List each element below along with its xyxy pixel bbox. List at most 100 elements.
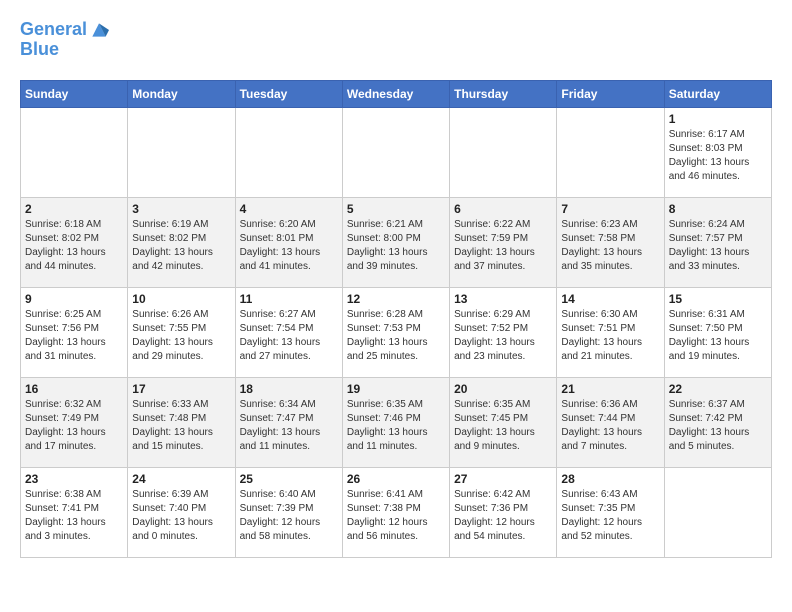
day-number: 13 (454, 292, 552, 306)
calendar-cell: 28 Sunrise: 6:43 AM Sunset: 7:35 PM Dayli… (557, 467, 664, 557)
calendar-cell: 21 Sunrise: 6:36 AM Sunset: 7:44 PM Dayli… (557, 377, 664, 467)
calendar-cell: 19 Sunrise: 6:35 AM Sunset: 7:46 PM Dayli… (342, 377, 449, 467)
day-number: 9 (25, 292, 123, 306)
day-number: 28 (561, 472, 659, 486)
day-number: 19 (347, 382, 445, 396)
calendar-cell: 27 Sunrise: 6:42 AM Sunset: 7:36 PM Dayli… (450, 467, 557, 557)
calendar-cell (450, 107, 557, 197)
calendar-cell: 8Sunrise: 6:24 AM Sunset: 7:57 PM Daylig… (664, 197, 771, 287)
calendar-cell: 15Sunrise: 6:31 AM Sunset: 7:50 PM Dayli… (664, 287, 771, 377)
day-info: Sunrise: 6:30 AM Sunset: 7:51 PM Dayligh… (561, 308, 659, 364)
calendar-cell: 3 Sunrise: 6:19 AM Sunset: 8:02 PM Daylig… (128, 197, 235, 287)
day-header-saturday: Saturday (664, 80, 771, 107)
day-info: Sunrise: 6:28 AM Sunset: 7:53 PM Dayligh… (347, 308, 445, 364)
calendar-cell: 12 Sunrise: 6:28 AM Sunset: 7:53 PM Dayli… (342, 287, 449, 377)
day-info: Sunrise: 6:39 AM Sunset: 7:40 PM Dayligh… (132, 488, 230, 544)
day-info: Sunrise: 6:41 AM Sunset: 7:38 PM Dayligh… (347, 488, 445, 544)
day-info: Sunrise: 6:34 AM Sunset: 7:47 PM Dayligh… (240, 398, 338, 454)
day-info: Sunrise: 6:27 AM Sunset: 7:54 PM Dayligh… (240, 308, 338, 364)
day-info: Sunrise: 6:32 AM Sunset: 7:49 PM Dayligh… (25, 398, 123, 454)
calendar-cell (342, 107, 449, 197)
day-number: 18 (240, 382, 338, 396)
day-number: 1 (669, 112, 767, 126)
calendar-cell: 11 Sunrise: 6:27 AM Sunset: 7:54 PM Dayli… (235, 287, 342, 377)
calendar-cell: 24 Sunrise: 6:39 AM Sunset: 7:40 PM Dayli… (128, 467, 235, 557)
day-number: 26 (347, 472, 445, 486)
calendar-cell: 4 Sunrise: 6:20 AM Sunset: 8:01 PM Daylig… (235, 197, 342, 287)
calendar-cell (235, 107, 342, 197)
day-number: 20 (454, 382, 552, 396)
day-info: Sunrise: 6:35 AM Sunset: 7:46 PM Dayligh… (347, 398, 445, 454)
calendar-cell: 14 Sunrise: 6:30 AM Sunset: 7:51 PM Dayli… (557, 287, 664, 377)
day-number: 5 (347, 202, 445, 216)
day-header-wednesday: Wednesday (342, 80, 449, 107)
day-info: Sunrise: 6:33 AM Sunset: 7:48 PM Dayligh… (132, 398, 230, 454)
day-header-sunday: Sunday (21, 80, 128, 107)
calendar-cell: 22 Sunrise: 6:37 AM Sunset: 7:42 PM Dayli… (664, 377, 771, 467)
day-header-tuesday: Tuesday (235, 80, 342, 107)
day-info: Sunrise: 6:40 AM Sunset: 7:39 PM Dayligh… (240, 488, 338, 544)
day-number: 7 (561, 202, 659, 216)
calendar-cell: 18 Sunrise: 6:34 AM Sunset: 7:47 PM Dayli… (235, 377, 342, 467)
day-number: 2 (25, 202, 123, 216)
day-number: 22 (669, 382, 767, 396)
day-header-thursday: Thursday (450, 80, 557, 107)
day-number: 27 (454, 472, 552, 486)
calendar-cell (557, 107, 664, 197)
logo-icon (89, 20, 109, 40)
day-info: Sunrise: 6:31 AM Sunset: 7:50 PM Dayligh… (669, 308, 767, 364)
day-number: 25 (240, 472, 338, 486)
day-number: 14 (561, 292, 659, 306)
day-number: 11 (240, 292, 338, 306)
day-number: 16 (25, 382, 123, 396)
calendar-cell: 2 Sunrise: 6:18 AM Sunset: 8:02 PM Daylig… (21, 197, 128, 287)
logo-blue-text: Blue (20, 40, 109, 60)
day-number: 23 (25, 472, 123, 486)
day-info: Sunrise: 6:25 AM Sunset: 7:56 PM Dayligh… (25, 308, 123, 364)
logo: General Blue (20, 20, 109, 60)
calendar-cell (21, 107, 128, 197)
logo-text: General (20, 20, 87, 40)
calendar-cell: 17 Sunrise: 6:33 AM Sunset: 7:48 PM Dayli… (128, 377, 235, 467)
day-info: Sunrise: 6:37 AM Sunset: 7:42 PM Dayligh… (669, 398, 767, 454)
day-number: 3 (132, 202, 230, 216)
calendar-cell: 10 Sunrise: 6:26 AM Sunset: 7:55 PM Dayli… (128, 287, 235, 377)
day-info: Sunrise: 6:26 AM Sunset: 7:55 PM Dayligh… (132, 308, 230, 364)
day-info: Sunrise: 6:29 AM Sunset: 7:52 PM Dayligh… (454, 308, 552, 364)
calendar-cell: 7 Sunrise: 6:23 AM Sunset: 7:58 PM Daylig… (557, 197, 664, 287)
day-info: Sunrise: 6:42 AM Sunset: 7:36 PM Dayligh… (454, 488, 552, 544)
day-number: 21 (561, 382, 659, 396)
calendar-cell: 20Sunrise: 6:35 AM Sunset: 7:45 PM Dayli… (450, 377, 557, 467)
calendar-cell: 9 Sunrise: 6:25 AM Sunset: 7:56 PM Daylig… (21, 287, 128, 377)
day-number: 24 (132, 472, 230, 486)
day-info: Sunrise: 6:43 AM Sunset: 7:35 PM Dayligh… (561, 488, 659, 544)
day-header-friday: Friday (557, 80, 664, 107)
day-info: Sunrise: 6:23 AM Sunset: 7:58 PM Dayligh… (561, 218, 659, 274)
day-number: 10 (132, 292, 230, 306)
calendar-cell: 13 Sunrise: 6:29 AM Sunset: 7:52 PM Dayli… (450, 287, 557, 377)
calendar-table: SundayMondayTuesdayWednesdayThursdayFrid… (20, 80, 772, 558)
day-info: Sunrise: 6:24 AM Sunset: 7:57 PM Dayligh… (669, 218, 767, 274)
day-info: Sunrise: 6:36 AM Sunset: 7:44 PM Dayligh… (561, 398, 659, 454)
calendar-cell: 23 Sunrise: 6:38 AM Sunset: 7:41 PM Dayli… (21, 467, 128, 557)
calendar-cell: 25 Sunrise: 6:40 AM Sunset: 7:39 PM Dayli… (235, 467, 342, 557)
calendar-cell (664, 467, 771, 557)
day-info: Sunrise: 6:22 AM Sunset: 7:59 PM Dayligh… (454, 218, 552, 274)
calendar-cell: 26 Sunrise: 6:41 AM Sunset: 7:38 PM Dayli… (342, 467, 449, 557)
day-number: 4 (240, 202, 338, 216)
calendar-cell: 6 Sunrise: 6:22 AM Sunset: 7:59 PM Daylig… (450, 197, 557, 287)
calendar-cell: 16 Sunrise: 6:32 AM Sunset: 7:49 PM Dayli… (21, 377, 128, 467)
day-number: 17 (132, 382, 230, 396)
calendar-cell: 5 Sunrise: 6:21 AM Sunset: 8:00 PM Daylig… (342, 197, 449, 287)
day-info: Sunrise: 6:18 AM Sunset: 8:02 PM Dayligh… (25, 218, 123, 274)
day-header-monday: Monday (128, 80, 235, 107)
day-info: Sunrise: 6:19 AM Sunset: 8:02 PM Dayligh… (132, 218, 230, 274)
calendar-cell (128, 107, 235, 197)
day-info: Sunrise: 6:20 AM Sunset: 8:01 PM Dayligh… (240, 218, 338, 274)
calendar-cell: 1 Sunrise: 6:17 AM Sunset: 8:03 PM Daylig… (664, 107, 771, 197)
day-info: Sunrise: 6:21 AM Sunset: 8:00 PM Dayligh… (347, 218, 445, 274)
day-number: 12 (347, 292, 445, 306)
day-info: Sunrise: 6:38 AM Sunset: 7:41 PM Dayligh… (25, 488, 123, 544)
day-number: 6 (454, 202, 552, 216)
day-info: Sunrise: 6:17 AM Sunset: 8:03 PM Dayligh… (669, 128, 767, 184)
